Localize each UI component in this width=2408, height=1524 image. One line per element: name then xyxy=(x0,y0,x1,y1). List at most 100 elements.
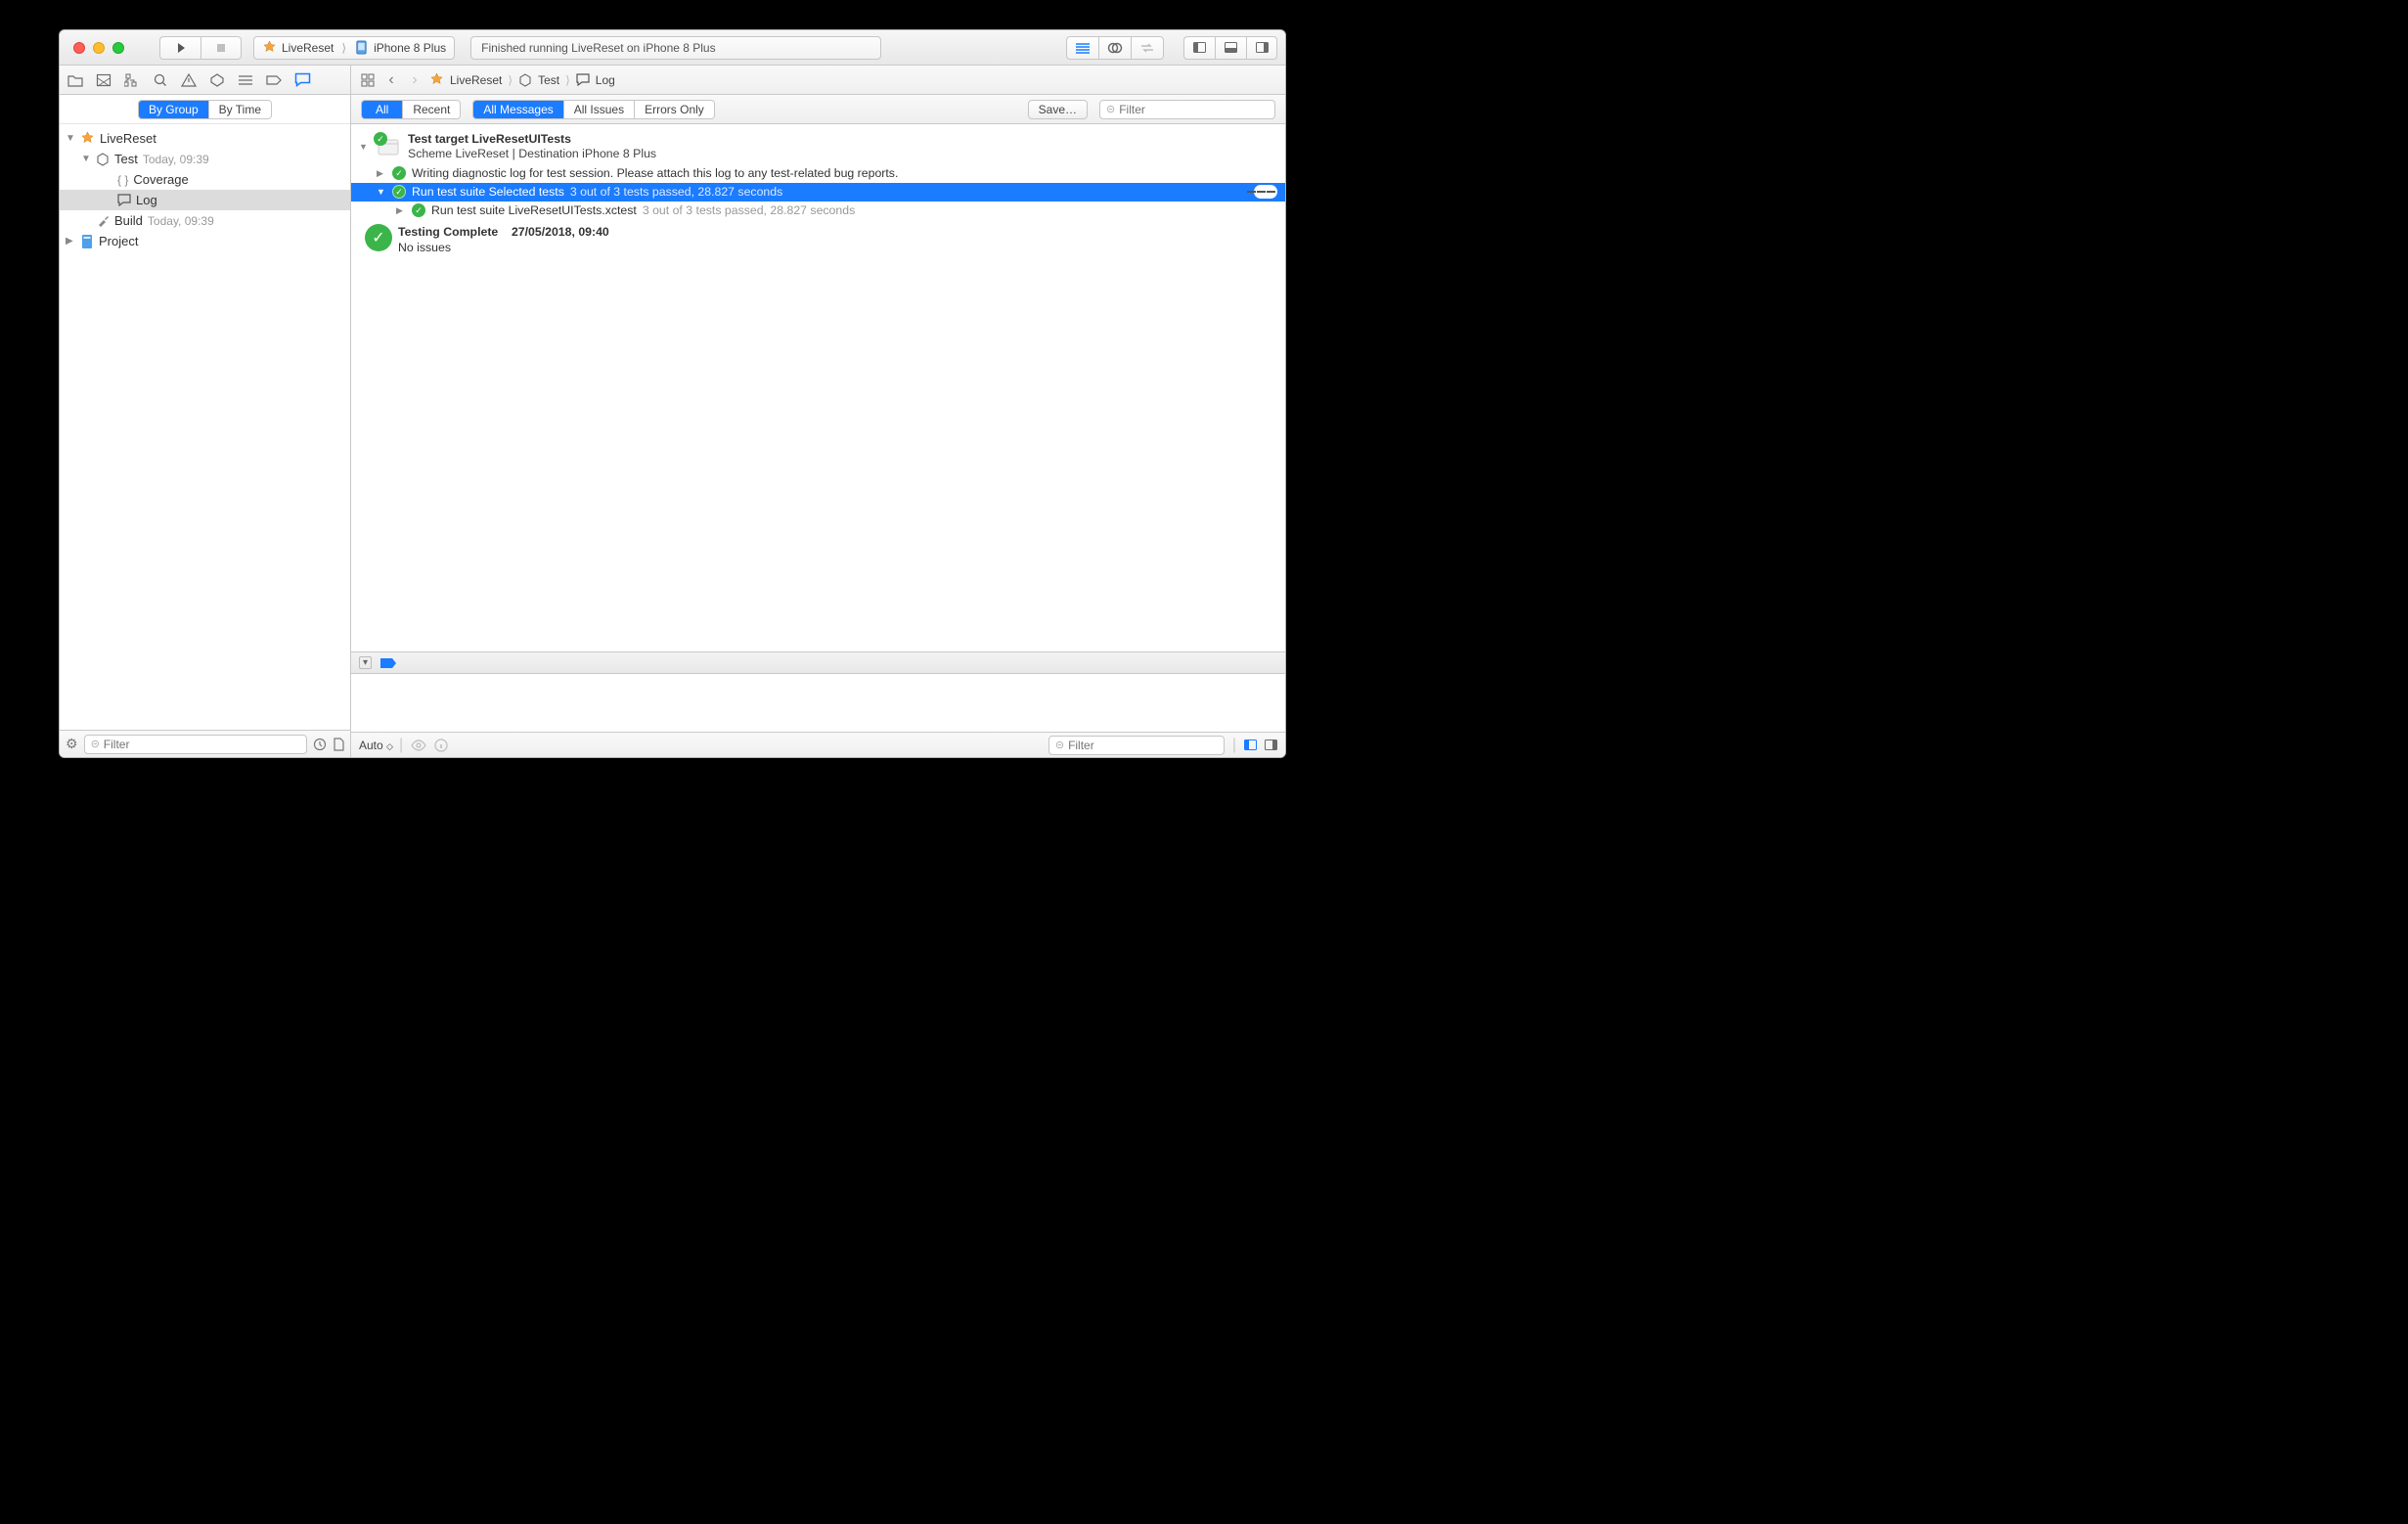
forward-button[interactable]: › xyxy=(406,71,424,89)
disclosure-icon[interactable] xyxy=(66,133,75,144)
panel-toggle-group xyxy=(1183,36,1277,60)
info-icon[interactable] xyxy=(434,739,448,752)
toggle-console-pane-icon[interactable] xyxy=(1265,740,1277,750)
play-icon xyxy=(174,41,188,55)
log-message-filter-segment: All Messages All Issues Errors Only xyxy=(472,100,714,119)
console-filter-field[interactable]: ⊝ xyxy=(1048,736,1225,755)
path-segment-1[interactable]: Test xyxy=(538,73,559,87)
tree-label: Build xyxy=(114,213,143,228)
coverage-icon: { } xyxy=(117,173,128,187)
path-bar: ‹ › LiveReset ⟩ Test ⟩ Log xyxy=(351,71,623,89)
path-segment-0[interactable]: LiveReset xyxy=(450,73,502,87)
log-scope-recent[interactable]: Recent xyxy=(402,101,460,118)
filter-icon: ⊝ xyxy=(91,738,100,750)
back-button[interactable]: ‹ xyxy=(382,71,400,89)
console-filter-input[interactable] xyxy=(1068,739,1220,752)
debug-navigator-icon[interactable] xyxy=(237,71,254,89)
tree-row-coverage[interactable]: { } Coverage xyxy=(60,169,350,190)
version-editor-button[interactable] xyxy=(1131,36,1164,60)
save-log-button[interactable]: Save… xyxy=(1028,100,1088,119)
related-items-icon[interactable] xyxy=(359,71,377,89)
log-filter-field[interactable]: ⊝ xyxy=(1099,100,1275,119)
path-segment-2[interactable]: Log xyxy=(596,73,615,87)
disclosure-icon[interactable] xyxy=(66,236,75,247)
run-button[interactable] xyxy=(159,36,201,60)
toggle-inspector-button[interactable] xyxy=(1246,36,1277,60)
log-list: ✓ Test target LiveResetUITests Scheme Li… xyxy=(351,124,1285,651)
filter-all-messages[interactable]: All Messages xyxy=(473,101,562,118)
log-header-row[interactable]: ✓ Test target LiveResetUITests Scheme Li… xyxy=(351,130,1285,164)
toggle-debug-area-button[interactable] xyxy=(1215,36,1246,60)
scheme-selector[interactable]: LiveReset ⟩ iPhone 8 Plus xyxy=(253,36,455,60)
navigator-filter[interactable]: ⊝ xyxy=(84,735,307,754)
right-pane-icon xyxy=(1256,42,1269,53)
tree-row-project[interactable]: LiveReset xyxy=(60,128,350,149)
filter-all-issues[interactable]: All Issues xyxy=(563,101,634,118)
navigator-filter-input[interactable] xyxy=(104,738,300,751)
log-header-title: Test target LiveResetUITests xyxy=(408,132,656,147)
console-tab-bar: ▾ xyxy=(351,652,1285,674)
log-filter-input[interactable] xyxy=(1119,103,1271,116)
disclosure-icon[interactable] xyxy=(377,168,386,179)
toggle-navigator-button[interactable] xyxy=(1183,36,1215,60)
project-navigator-icon[interactable] xyxy=(67,71,84,89)
titlebar: LiveReset ⟩ iPhone 8 Plus Finished runni… xyxy=(60,30,1285,66)
log-scope-all[interactable]: All xyxy=(362,101,402,118)
filter-errors-only[interactable]: Errors Only xyxy=(634,101,714,118)
find-navigator-icon[interactable] xyxy=(152,71,169,89)
close-window-button[interactable] xyxy=(73,42,85,54)
report-scope-segment: By Group By Time xyxy=(138,100,272,119)
breakpoint-flag-icon[interactable] xyxy=(379,657,397,669)
tree-row-test[interactable]: Test Today, 09:39 xyxy=(60,149,350,169)
console-pane: ▾ Auto ◇ | xyxy=(351,651,1285,757)
tree-label: Project xyxy=(99,234,138,248)
disclosure-icon[interactable] xyxy=(359,142,369,152)
issue-navigator-icon[interactable] xyxy=(180,71,198,89)
log-subsuite-row[interactable]: ✓ Run test suite LiveResetUITests.xctest… xyxy=(351,202,1285,220)
expand-transcript-button[interactable] xyxy=(1254,185,1277,199)
report-scope-row: By Group By Time xyxy=(60,95,350,124)
report-tree: LiveReset Test Today, 09:39 { } Coverage xyxy=(60,124,350,730)
log-suite-row-selected[interactable]: ✓ Run test suite Selected tests 3 out of… xyxy=(351,183,1285,202)
disclosure-icon[interactable] xyxy=(81,154,91,164)
by-group-button[interactable]: By Group xyxy=(139,101,208,118)
report-navigator-icon[interactable] xyxy=(293,71,311,89)
minimize-window-button[interactable] xyxy=(93,42,105,54)
console-dropdown-icon[interactable]: ▾ xyxy=(359,656,372,669)
hammer-icon xyxy=(96,214,110,228)
disclosure-icon[interactable] xyxy=(377,187,386,197)
tree-time: Today, 09:39 xyxy=(143,153,209,166)
xcodeproj-icon xyxy=(80,234,94,249)
toggle-variables-pane-icon[interactable] xyxy=(1244,740,1257,750)
eye-icon[interactable] xyxy=(411,740,426,751)
assistant-editor-button[interactable] xyxy=(1098,36,1131,60)
zoom-window-button[interactable] xyxy=(112,42,124,54)
breakpoint-navigator-icon[interactable] xyxy=(265,71,283,89)
tree-row-log[interactable]: Log xyxy=(60,190,350,210)
tree-row-project-reports[interactable]: Project xyxy=(60,231,350,251)
log-complete-time: 27/05/2018, 09:40 xyxy=(512,225,609,239)
document-icon[interactable] xyxy=(333,738,344,751)
app-target-icon xyxy=(80,131,95,146)
tree-row-build[interactable]: Build Today, 09:39 xyxy=(60,210,350,231)
tree-time: Today, 09:39 xyxy=(148,214,214,228)
standard-editor-icon xyxy=(1075,42,1091,54)
auto-mode-button[interactable]: Auto ◇ xyxy=(359,739,391,752)
rings-icon xyxy=(1107,41,1123,55)
console-output[interactable] xyxy=(351,674,1285,732)
log-header-sub: Scheme LiveReset | Destination iPhone 8 … xyxy=(408,147,656,161)
disclosure-icon[interactable] xyxy=(396,205,406,216)
symbol-navigator-icon[interactable] xyxy=(123,71,141,89)
by-time-button[interactable]: By Time xyxy=(208,101,271,118)
log-diag-row[interactable]: ✓ Writing diagnostic log for test sessio… xyxy=(351,164,1285,183)
tree-label: LiveReset xyxy=(100,131,156,146)
gear-icon[interactable]: ⚙︎ xyxy=(66,736,78,752)
clock-icon[interactable] xyxy=(313,738,327,751)
stop-button[interactable] xyxy=(201,36,242,60)
tree-label: Coverage xyxy=(133,172,188,187)
test-navigator-icon[interactable] xyxy=(208,71,226,89)
log-complete-row[interactable]: ✓ Testing Complete 27/05/2018, 09:40 No … xyxy=(351,222,1285,258)
simulator-icon xyxy=(354,40,369,55)
source-control-navigator-icon[interactable] xyxy=(95,71,112,89)
standard-editor-button[interactable] xyxy=(1066,36,1098,60)
